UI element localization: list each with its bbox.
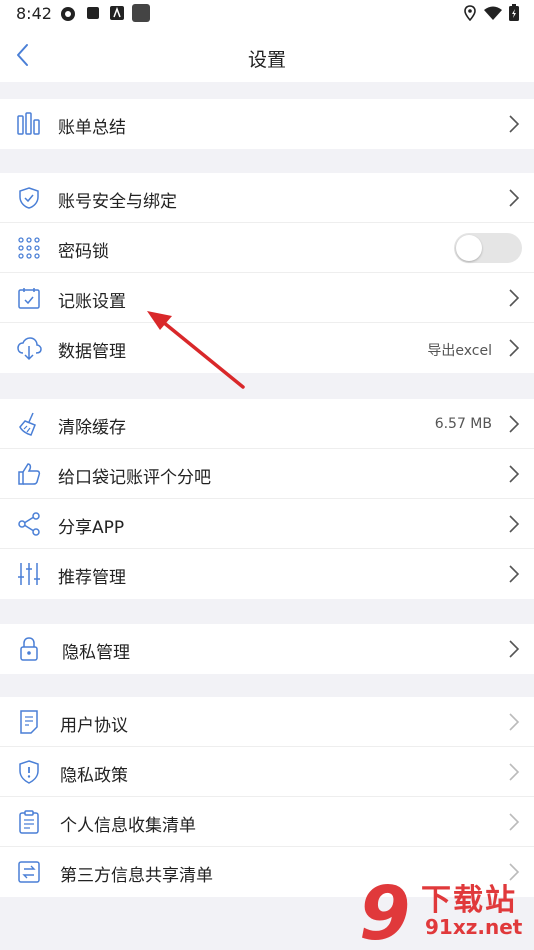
settings-item-privacy-management[interactable]: 隐私管理 — [0, 624, 534, 674]
keypad-icon — [18, 237, 40, 259]
settings-item-label: 清除缓存 — [58, 418, 126, 438]
settings-item-label: 用户协议 — [60, 716, 128, 736]
settings-item-data-management[interactable]: 数据管理 导出excel — [0, 323, 534, 373]
page-title: 设置 — [247, 49, 286, 71]
thumbs-up-icon — [18, 463, 41, 485]
settings-item-account-security[interactable]: 账号安全与绑定 — [0, 173, 534, 223]
wifi-icon — [484, 6, 502, 20]
settings-item-label: 账号安全与绑定 — [58, 192, 177, 212]
settings-item-label: 隐私政策 — [60, 766, 128, 786]
settings-item-label: 个人信息收集清单 — [60, 816, 196, 836]
cache-size-value: 6.57 MB — [434, 416, 492, 432]
clipboard-icon — [19, 810, 39, 834]
app-header: 设置 — [0, 28, 534, 82]
settings-group-legal: 用户协议 隐私政策 个人信息收集清单 第三方信息共享清单 — [0, 697, 534, 897]
share-icon — [18, 512, 40, 536]
chevron-right-icon — [509, 763, 520, 781]
shield-alert-icon — [19, 760, 39, 784]
toggle-knob — [456, 235, 482, 261]
settings-item-recommendation[interactable]: 推荐管理 — [0, 549, 534, 599]
chevron-right-icon — [509, 640, 520, 658]
watermark-logo: 9 下载站 91xz.net — [359, 875, 534, 950]
settings-item-bill-summary[interactable]: 账单总结 — [0, 99, 534, 149]
chevron-right-icon — [509, 813, 520, 831]
sliders-icon — [18, 563, 40, 585]
chevron-right-icon — [509, 415, 520, 433]
location-icon — [464, 5, 476, 21]
settings-item-label: 推荐管理 — [58, 568, 126, 588]
document-icon — [20, 710, 38, 734]
settings-group-account: 账号安全与绑定 密码锁 记账设置 数据管理 导出excel — [0, 173, 534, 373]
settings-group-app: 清除缓存 6.57 MB 给口袋记账评个分吧 分享APP 推荐管理 — [0, 399, 534, 599]
settings-item-bookkeeping-settings[interactable]: 记账设置 — [0, 273, 534, 323]
cloud-download-icon — [17, 337, 42, 361]
settings-item-user-agreement[interactable]: 用户协议 — [0, 697, 534, 747]
settings-item-label: 分享APP — [58, 518, 125, 538]
chevron-right-icon — [509, 289, 520, 307]
settings-item-password-lock: 密码锁 — [0, 223, 534, 273]
chevron-right-icon — [509, 115, 520, 133]
chevron-right-icon — [509, 189, 520, 207]
app-icon — [132, 4, 150, 22]
chevron-right-icon — [509, 339, 520, 357]
logo-numeral: 9 — [359, 875, 411, 950]
settings-item-label: 隐私管理 — [62, 643, 130, 663]
status-time: 8:42 — [16, 4, 52, 23]
settings-group-summary: 账单总结 — [0, 99, 534, 149]
sync-icon — [61, 7, 75, 21]
svg-text:9: 9 — [359, 875, 411, 950]
calendar-check-icon — [18, 288, 40, 309]
exchange-icon — [18, 861, 40, 883]
bar-chart-icon — [17, 112, 40, 135]
settings-item-label: 账单总结 — [58, 118, 126, 138]
font-icon — [110, 6, 124, 20]
battery-icon — [509, 4, 519, 21]
watermark-title: 下载站 — [421, 883, 517, 918]
shield-check-icon — [19, 187, 39, 209]
settings-item-clear-cache[interactable]: 清除缓存 6.57 MB — [0, 399, 534, 449]
watermark-url: 91xz.net — [425, 915, 523, 939]
status-bar: 8:42 — [0, 0, 534, 28]
chevron-right-icon — [509, 465, 520, 483]
settings-item-label: 第三方信息共享清单 — [60, 866, 213, 886]
settings-item-privacy-policy[interactable]: 隐私政策 — [0, 747, 534, 797]
settings-item-label: 数据管理 — [58, 342, 126, 362]
settings-item-label: 记账设置 — [58, 292, 126, 312]
settings-item-personal-info-list[interactable]: 个人信息收集清单 — [0, 797, 534, 847]
broom-icon — [19, 412, 36, 436]
settings-item-rate-app[interactable]: 给口袋记账评个分吧 — [0, 449, 534, 499]
square-icon — [87, 7, 99, 19]
settings-group-privacy: 隐私管理 — [0, 624, 534, 674]
export-excel-value: 导出excel — [427, 343, 492, 359]
settings-item-label: 给口袋记账评个分吧 — [58, 468, 211, 488]
chevron-right-icon — [509, 713, 520, 731]
settings-item-share-app[interactable]: 分享APP — [0, 499, 534, 549]
settings-item-label: 密码锁 — [58, 242, 109, 262]
chevron-right-icon — [509, 565, 520, 583]
chevron-right-icon — [509, 515, 520, 533]
lock-icon — [20, 637, 38, 661]
password-lock-toggle[interactable] — [454, 233, 522, 263]
